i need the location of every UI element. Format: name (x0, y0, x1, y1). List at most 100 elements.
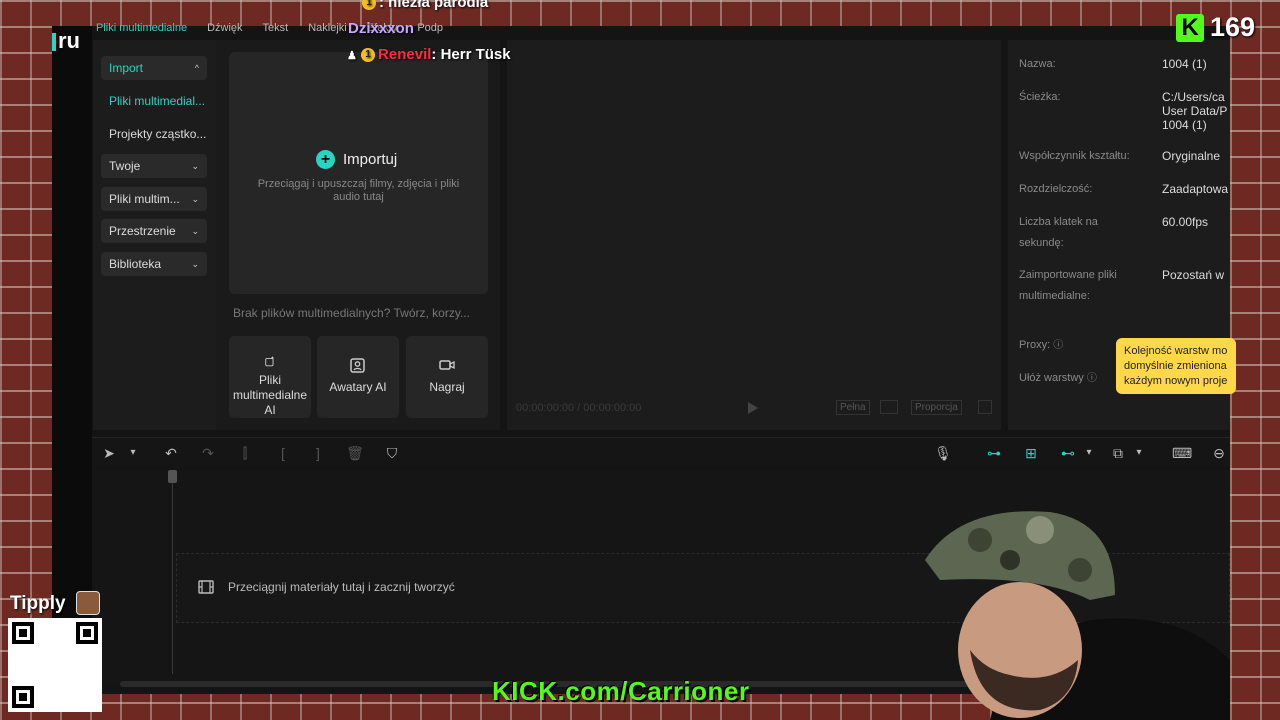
path-value-line1: C:/Users/ca (1162, 90, 1225, 104)
tile-label: Pliki multimedialne AI (232, 373, 308, 417)
sidebar-item-media-files[interactable]: Pliki multimedial... (109, 94, 205, 108)
shield-icon[interactable]: ⛉ (383, 444, 401, 462)
kick-url: KICK.com/Carrioner (492, 676, 750, 706)
chat-text: : niezła parodia (379, 0, 489, 11)
chat-message-1: Dzixxxon (348, 20, 414, 37)
ratio-button[interactable]: Proporcja (911, 400, 962, 415)
camo-spot (1000, 550, 1020, 570)
chat-message-2: ♟ 1 Renevil: Herr Tüsk (347, 46, 511, 63)
tab-audio[interactable]: Dźwięk (207, 22, 242, 38)
play-icon[interactable] (748, 402, 758, 414)
chat-avatar-icon: ♟ (347, 50, 357, 62)
path-label: Ścieżka: (1019, 91, 1061, 103)
sidebar-item-import[interactable]: Import ^ (101, 56, 207, 80)
ai-avatars-button[interactable]: Awatary AI (317, 336, 399, 418)
link-icon[interactable]: ⊶ (984, 444, 1004, 462)
viewer-count: 169 (1210, 12, 1256, 42)
qr-finder (12, 622, 34, 644)
chevron-down-icon[interactable]: ▾ (124, 444, 142, 462)
dropzone-hint: Przeciągaj i upuszczaj filmy, zdjęcia i … (257, 178, 460, 203)
sidebar-item-spaces[interactable]: Przestrzenie ⌄ (101, 219, 207, 243)
fps-label: Liczba klatek na sekundę: (1019, 216, 1098, 249)
camo-spot (1068, 558, 1092, 582)
delete-icon[interactable]: 🗑 (346, 444, 364, 462)
tab-stickers[interactable]: Naklejki (308, 22, 347, 38)
camo-spot (968, 528, 992, 552)
tab-captions[interactable]: Podp (417, 22, 443, 38)
sidebar-item-label: Import (109, 61, 144, 75)
track-hint: Przeciągnij materiały tutaj i zacznij tw… (198, 580, 455, 594)
tipply-avatar (76, 591, 100, 615)
qr-finder (12, 686, 34, 708)
sidebar-item-label: Przestrzenie (109, 224, 176, 238)
sidebar-item-particle-projects[interactable]: Projekty cząstko... (109, 127, 206, 141)
path-value-line3: 1004 (1) (1162, 118, 1207, 132)
resolution-value: Zaadaptowa (1162, 182, 1229, 196)
record-button[interactable]: Nagraj (406, 336, 488, 418)
sidebar-item-label: Pliki multim... (109, 192, 180, 206)
trim-right-icon[interactable]: ] (309, 444, 327, 462)
app-logo: ru (52, 28, 90, 58)
magnet-icon[interactable]: ⊷ (1058, 444, 1078, 462)
chat-text: : Herr Tüsk (431, 46, 511, 63)
chevron-down-icon: ⌄ (191, 225, 199, 236)
chevron-down-icon: ⌄ (191, 258, 199, 269)
webcam-overlay (925, 511, 1230, 720)
undo-icon[interactable]: ↶ (162, 444, 180, 462)
aspect-label: Współczynnik kształtu: (1019, 150, 1130, 162)
playhead-handle[interactable] (168, 470, 177, 483)
path-value-line2: User Data/P (1162, 104, 1228, 118)
kick-logo-icon: K (1176, 13, 1204, 42)
fullscreen-icon[interactable] (978, 400, 992, 414)
chat-username: Renevil (378, 46, 432, 63)
tile-label: Nagraj (429, 380, 465, 394)
redo-icon[interactable]: ↷ (199, 444, 217, 462)
help-icon[interactable]: ⓘ (1053, 340, 1063, 351)
ai-media-button[interactable]: Pliki multimedialne AI (229, 336, 311, 418)
imported-label: Zaimportowane pliki multimedialne: (1019, 269, 1117, 302)
badge-icon: 1 (361, 48, 376, 63)
captions-icon[interactable]: ⌨ (1172, 444, 1192, 462)
chevron-down-icon[interactable]: ▾ (1130, 444, 1148, 462)
tipply-label: Tipply (10, 593, 66, 614)
trim-left-icon[interactable]: [ (274, 444, 292, 462)
sidebar-item-library[interactable]: Biblioteka ⌄ (101, 252, 207, 276)
tile-label: Awatary AI (329, 380, 387, 394)
chevron-down-icon: ⌄ (191, 160, 199, 171)
badge-icon: 1 (362, 0, 376, 11)
screenshot-icon[interactable] (880, 400, 898, 414)
snap-icon[interactable]: ⊞ (1021, 444, 1041, 462)
import-button[interactable]: + Importuj (316, 150, 397, 169)
playhead-line (172, 478, 173, 674)
preview-axis-icon[interactable]: ⧉ (1108, 444, 1128, 462)
select-tool-icon[interactable]: ➤ (100, 444, 118, 462)
fps-value: 60.00fps (1162, 215, 1209, 229)
resolution-label: Rozdzielczość: (1019, 183, 1093, 195)
preview-timecode: 00:00:00:00 / 00:00:00:00 (516, 402, 642, 414)
chat-username: Dzixxxon (348, 20, 414, 37)
chevron-down-icon[interactable]: ▾ (1080, 444, 1098, 462)
sidebar-item-yours[interactable]: Twoje ⌄ (101, 154, 207, 178)
tab-text[interactable]: Tekst (263, 22, 289, 38)
imported-value: Pozostań w (1162, 268, 1225, 282)
import-dropzone[interactable] (229, 52, 488, 294)
full-button[interactable]: Pełna (836, 400, 870, 415)
aspect-value: Oryginalne (1162, 149, 1221, 163)
camera-icon (439, 360, 455, 370)
sidebar-item-label: Twoje (109, 159, 141, 173)
tab-media[interactable]: Pliki multimedialne (96, 22, 187, 38)
avatar-icon (350, 358, 365, 373)
empty-media-hint: Brak plików multimedialnych? Twórz, korz… (233, 306, 470, 320)
sidebar-item-multimedia[interactable]: Pliki multim... ⌄ (101, 187, 207, 211)
preview-panel (507, 40, 1001, 430)
sidebar-item-label: Biblioteka (109, 257, 162, 271)
microphone-icon[interactable]: 🎙 (934, 444, 952, 462)
chat-message-top: 1: niezła parodia (362, 0, 488, 11)
zoom-out-icon[interactable]: ⊖ (1210, 444, 1228, 462)
help-icon[interactable]: ⓘ (1087, 373, 1097, 384)
film-icon (198, 580, 214, 594)
import-label: Importuj (343, 151, 398, 168)
split-icon[interactable]: ⫿ (236, 444, 254, 462)
viewer-counter: K 169 (1176, 12, 1255, 43)
camo-spot (1026, 516, 1054, 544)
